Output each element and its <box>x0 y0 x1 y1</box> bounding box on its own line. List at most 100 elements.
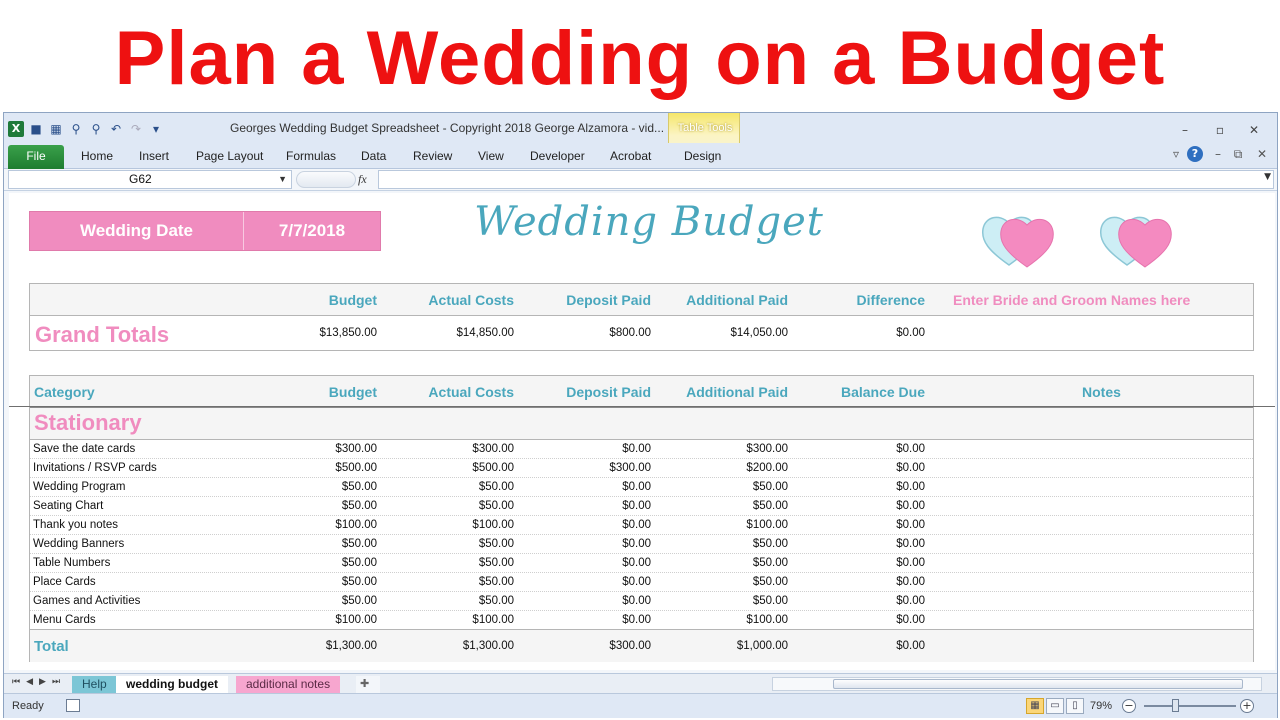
row-category[interactable]: Menu Cards <box>33 614 96 626</box>
header-deposit-paid[interactable]: Deposit Paid <box>566 384 651 400</box>
row-actual[interactable]: $50.00 <box>479 595 514 607</box>
row-deposit[interactable]: $0.00 <box>622 519 651 531</box>
horizontal-scroll-thumb[interactable] <box>833 679 1243 689</box>
row-actual[interactable]: $50.00 <box>479 576 514 588</box>
row-deposit[interactable]: $0.00 <box>622 443 651 455</box>
row-actual[interactable]: $50.00 <box>479 538 514 550</box>
row-category[interactable]: Games and Activities <box>33 595 140 607</box>
tab-insert[interactable]: Insert <box>139 149 169 163</box>
tab-data[interactable]: Data <box>361 149 386 163</box>
form-icon[interactable]: ▦ <box>48 121 64 137</box>
insert-function-icon[interactable]: fx <box>358 172 367 187</box>
tab-design[interactable]: Design <box>684 149 721 163</box>
row-budget[interactable]: $50.00 <box>342 500 377 512</box>
zoom-in-icon[interactable]: + <box>1240 699 1254 713</box>
row-deposit[interactable]: $0.00 <box>622 557 651 569</box>
table-row[interactable]: Save the date cards $300.00 $300.00 $0.00 $3… <box>30 440 1253 459</box>
excel-logo-icon[interactable]: X <box>8 121 24 137</box>
row-balance[interactable]: $0.00 <box>896 538 925 550</box>
row-category[interactable]: Save the date cards <box>33 443 135 455</box>
formula-input[interactable]: ▼ <box>378 170 1274 189</box>
table-row[interactable]: Wedding Banners $50.00 $50.00 $0.00 $50.00 $0… <box>30 535 1253 554</box>
zoom-slider-thumb[interactable] <box>1172 699 1179 712</box>
row-budget[interactable]: $100.00 <box>335 519 377 531</box>
doc-close-icon[interactable]: ✕ <box>1254 147 1270 161</box>
sheet-tab-wedding-budget[interactable]: wedding budget <box>116 676 228 693</box>
row-deposit[interactable]: $300.00 <box>609 462 651 474</box>
table-row[interactable]: Table Numbers $50.00 $50.00 $0.00 $50.00 $0.0… <box>30 554 1253 573</box>
tab-developer[interactable]: Developer <box>530 149 585 163</box>
worksheet[interactable]: Wedding Date 7/7/2018 Wedding Budget Bud… <box>9 193 1275 670</box>
total-deposit[interactable]: $300.00 <box>609 640 651 652</box>
tab-file[interactable]: File <box>8 145 64 169</box>
wedding-date-value[interactable]: 7/7/2018 <box>244 212 380 250</box>
row-additional[interactable]: $300.00 <box>746 443 788 455</box>
restore-icon[interactable]: ▫ <box>1213 123 1227 137</box>
header-additional-paid[interactable]: Additional Paid <box>686 384 788 400</box>
row-category[interactable]: Invitations / RSVP cards <box>33 462 157 474</box>
grand-total-actual[interactable]: $14,850.00 <box>456 327 514 339</box>
row-category[interactable]: Wedding Banners <box>33 538 124 550</box>
header-actual-costs[interactable]: Actual Costs <box>428 292 514 308</box>
header-actual-costs[interactable]: Actual Costs <box>428 384 514 400</box>
bride-groom-names-cell[interactable]: Enter Bride and Groom Names here <box>953 292 1190 308</box>
row-actual[interactable]: $100.00 <box>472 519 514 531</box>
tab-review[interactable]: Review <box>413 149 452 163</box>
row-deposit[interactable]: $0.00 <box>622 500 651 512</box>
zoom-level[interactable]: 79% <box>1090 700 1112 712</box>
row-budget[interactable]: $50.00 <box>342 595 377 607</box>
minimize-icon[interactable]: – <box>1178 123 1192 137</box>
page-break-view-icon[interactable]: ▯ <box>1066 698 1084 714</box>
row-budget[interactable]: $50.00 <box>342 576 377 588</box>
header-category[interactable]: Category <box>34 384 95 400</box>
horizontal-scrollbar[interactable] <box>772 677 1262 691</box>
row-additional[interactable]: $50.00 <box>753 595 788 607</box>
row-balance[interactable]: $0.00 <box>896 519 925 531</box>
header-deposit-paid[interactable]: Deposit Paid <box>566 292 651 308</box>
header-budget[interactable]: Budget <box>329 384 377 400</box>
header-budget[interactable]: Budget <box>329 292 377 308</box>
doc-restore-icon[interactable]: ⧉ <box>1230 147 1246 162</box>
row-additional[interactable]: $50.00 <box>753 500 788 512</box>
row-actual[interactable]: $300.00 <box>472 443 514 455</box>
row-budget[interactable]: $100.00 <box>335 614 377 626</box>
name-box[interactable]: G62 ▼ <box>8 170 292 189</box>
doc-minimize-icon[interactable]: – <box>1210 147 1226 161</box>
sheet-tab-help[interactable]: Help <box>72 676 117 693</box>
sheet-tab-additional-notes[interactable]: additional notes <box>236 676 341 693</box>
row-actual[interactable]: $100.00 <box>472 614 514 626</box>
macro-record-icon[interactable] <box>66 699 80 712</box>
sheet-nav-arrows-icon[interactable]: ⏮◀▶⏭ <box>12 677 66 687</box>
row-actual[interactable]: $50.00 <box>479 481 514 493</box>
row-balance[interactable]: $0.00 <box>896 500 925 512</box>
row-balance[interactable]: $0.00 <box>896 614 925 626</box>
row-balance[interactable]: $0.00 <box>896 557 925 569</box>
row-additional[interactable]: $50.00 <box>753 576 788 588</box>
row-budget[interactable]: $50.00 <box>342 538 377 550</box>
row-additional[interactable]: $200.00 <box>746 462 788 474</box>
page-layout-view-icon[interactable]: ▭ <box>1046 698 1064 714</box>
row-actual[interactable]: $50.00 <box>479 500 514 512</box>
grand-total-budget[interactable]: $13,850.00 <box>319 327 377 339</box>
row-category[interactable]: Thank you notes <box>33 519 118 531</box>
replace-icon[interactable]: ⚲ <box>88 121 104 137</box>
insert-sheet-icon[interactable]: ✚ <box>356 676 380 693</box>
row-actual[interactable]: $50.00 <box>479 557 514 569</box>
header-additional-paid[interactable]: Additional Paid <box>686 292 788 308</box>
grand-total-difference[interactable]: $0.00 <box>896 327 925 339</box>
row-actual[interactable]: $500.00 <box>472 462 514 474</box>
row-category[interactable]: Table Numbers <box>33 557 110 569</box>
row-budget[interactable]: $300.00 <box>335 443 377 455</box>
row-deposit[interactable]: $0.00 <box>622 576 651 588</box>
grand-total-additional[interactable]: $14,050.00 <box>730 327 788 339</box>
total-label[interactable]: Total <box>34 638 69 655</box>
close-icon[interactable]: ✕ <box>1247 123 1261 137</box>
row-budget[interactable]: $50.00 <box>342 557 377 569</box>
header-balance-due[interactable]: Balance Due <box>841 384 925 400</box>
row-additional[interactable]: $100.00 <box>746 519 788 531</box>
redo-icon[interactable]: ↷ <box>128 121 144 137</box>
row-additional[interactable]: $100.00 <box>746 614 788 626</box>
find-icon[interactable]: ⚲ <box>68 121 84 137</box>
table-row[interactable]: Wedding Program $50.00 $50.00 $0.00 $50.00 $0… <box>30 478 1253 497</box>
save-icon[interactable]: ■ <box>28 121 44 137</box>
